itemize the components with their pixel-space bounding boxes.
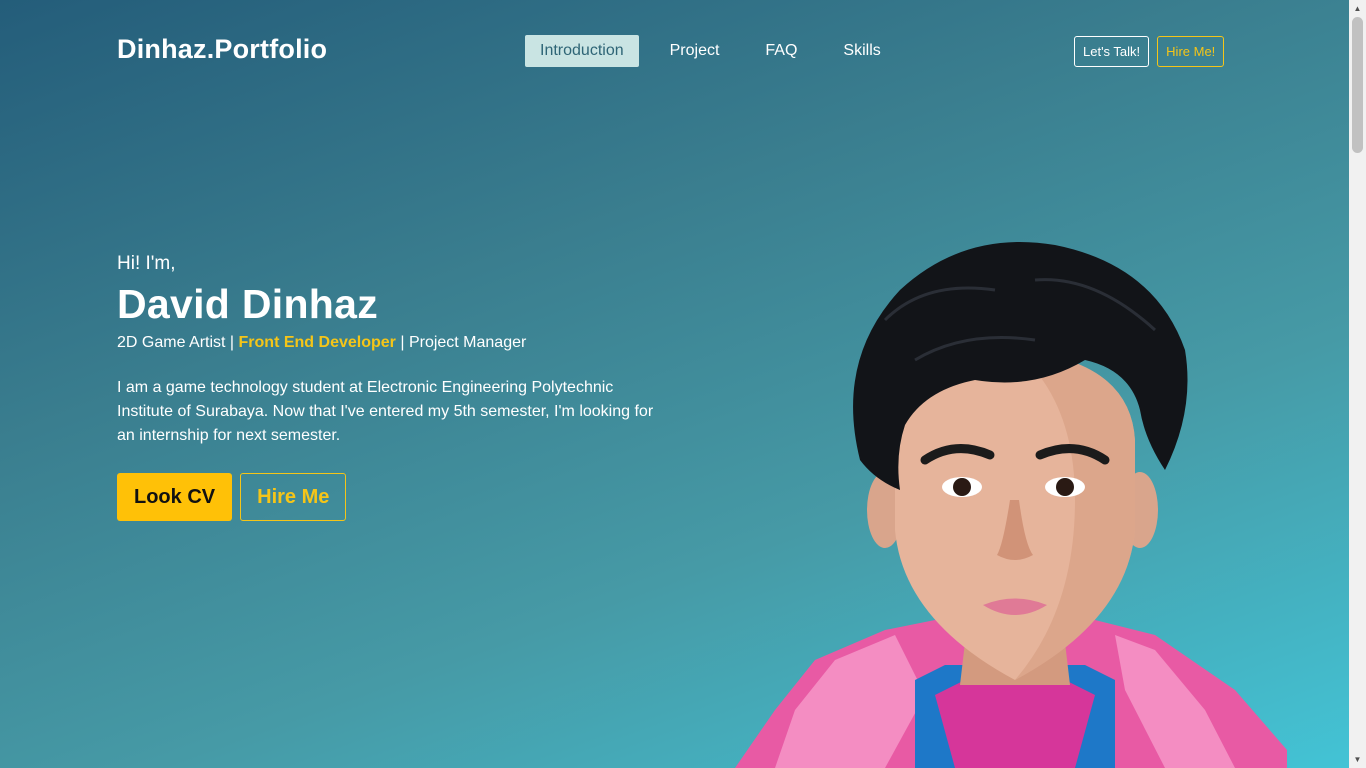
nav-item-project[interactable]: Project — [655, 35, 735, 67]
role-project-manager: Project Manager — [408, 334, 527, 351]
nav-item-faq[interactable]: FAQ — [750, 35, 812, 67]
chevron-down-icon[interactable]: ▼ — [1349, 751, 1366, 768]
hero-name: David Dinhaz — [117, 281, 379, 327]
profile-portrait — [735, 242, 1287, 768]
nav-actions: Let's Talk! Hire Me! — [1074, 36, 1225, 67]
hero-buttons: Look CV Hire Me — [117, 473, 677, 521]
look-cv-button[interactable]: Look CV — [117, 473, 233, 521]
scroll-thumb[interactable] — [1352, 17, 1363, 153]
page-scrollbar[interactable]: ▲ ▼ — [1349, 0, 1366, 768]
hire-me-nav-button[interactable]: Hire Me! — [1157, 36, 1225, 67]
nav-item-skills[interactable]: Skills — [828, 35, 895, 67]
top-navbar: Dinhaz.Portfolio Introduction Project FA… — [0, 0, 1349, 100]
hero-roles: 2D Game Artist | Front End Developer | P… — [117, 334, 677, 352]
role-front-end: Front End Developer — [238, 334, 396, 351]
nav-item-introduction[interactable]: Introduction — [525, 35, 639, 67]
hero-section: Hi! I'm, David Dinhaz 2D Game Artist | F… — [117, 253, 677, 521]
role-separator: | — [395, 334, 409, 351]
hero-greeting: Hi! I'm, — [117, 253, 176, 274]
nav-menu: Introduction Project FAQ Skills — [525, 35, 912, 67]
role-separator: | — [225, 334, 239, 351]
hero-description: I am a game technology student at Electr… — [117, 379, 654, 444]
hire-me-button[interactable]: Hire Me — [240, 473, 347, 521]
site-logo[interactable]: Dinhaz.Portfolio — [117, 34, 327, 65]
lets-talk-button[interactable]: Let's Talk! — [1074, 36, 1150, 67]
chevron-up-icon[interactable]: ▲ — [1349, 0, 1366, 17]
role-game-artist: 2D Game Artist — [117, 334, 226, 351]
